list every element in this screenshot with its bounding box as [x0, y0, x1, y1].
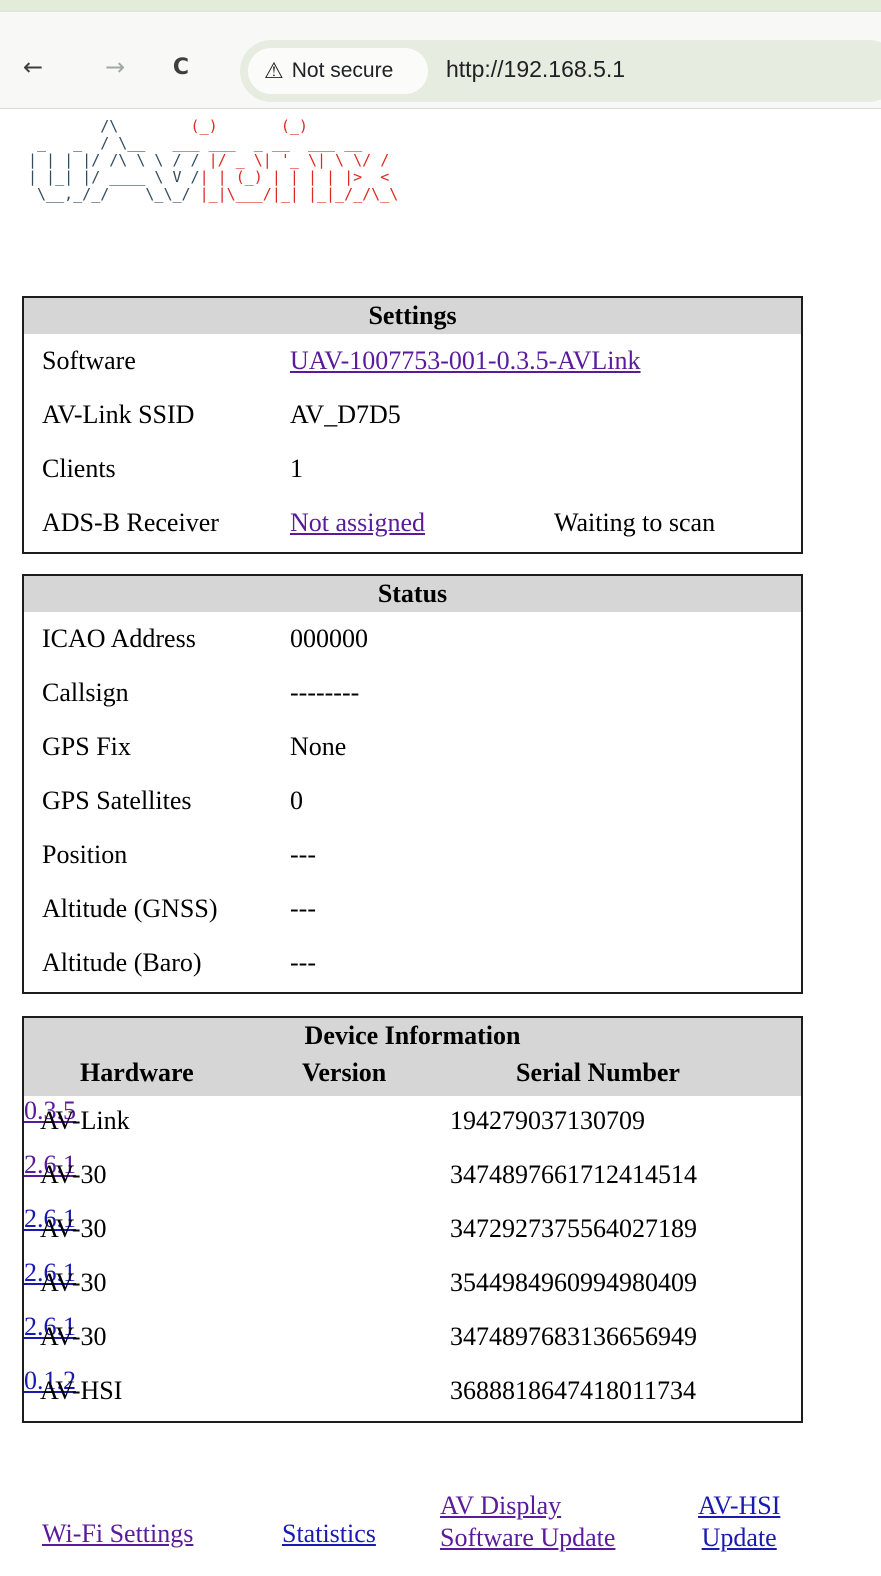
status-row: Position ---	[24, 828, 801, 882]
ssid-label: AV-Link SSID	[42, 400, 195, 429]
clients-value: 1	[290, 454, 303, 483]
serial-cell: 3688818647418011734	[450, 1376, 697, 1405]
column-header-serial: Serial Number	[516, 1058, 680, 1087]
av-hsi-link-line2: Update	[701, 1523, 777, 1552]
adsb-receiver-label: ADS-B Receiver	[42, 508, 219, 537]
avlink-logo: /\ (_) (_) _ _ / \__ ___ ___ _ __ ___ __…	[28, 117, 399, 203]
security-chip[interactable]: ⚠ Not secure	[248, 48, 428, 94]
serial-cell: 194279037130709	[450, 1106, 645, 1135]
table-row: AV-HSI 0.1.2 3688818647418011734	[24, 1366, 801, 1420]
settings-row-clients: Clients 1	[24, 442, 801, 496]
settings-row-ssid: AV-Link SSID AV_D7D5	[24, 388, 801, 442]
altitude-baro-label: Altitude (Baro)	[42, 948, 202, 977]
status-row: Callsign --------	[24, 666, 801, 720]
table-row: AV-30 2.6.1 3474897661712414514	[24, 1150, 801, 1204]
status-row: GPS Satellites 0	[24, 774, 801, 828]
serial-cell: 3544984960994980409	[450, 1268, 697, 1297]
url-text[interactable]: http://192.168.5.1	[446, 56, 625, 83]
altitude-gnss-label: Altitude (GNSS)	[42, 894, 218, 923]
av-display-link-line2: Software Update	[440, 1523, 616, 1552]
column-header-hardware: Hardware	[80, 1058, 194, 1087]
address-bar[interactable]: ⚠ Not secure http://192.168.5.1	[240, 40, 881, 102]
settings-panel: Settings Software UAV-1007753-001-0.3.5-…	[22, 296, 803, 554]
position-value: ---	[290, 840, 316, 869]
hardware-cell: AV-30	[40, 1160, 107, 1189]
serial-cell: 3474897683136656949	[450, 1322, 697, 1351]
hardware-cell: AV-Link	[40, 1106, 130, 1135]
wifi-settings-link[interactable]: Wi-Fi Settings	[42, 1518, 193, 1550]
status-title: Status	[24, 576, 801, 612]
status-row: Altitude (GNSS) ---	[24, 882, 801, 936]
av-hsi-update-link[interactable]: AV-HSI Update	[698, 1490, 780, 1554]
av-display-software-update-link[interactable]: AV Display Software Update	[440, 1490, 615, 1554]
ssid-value: AV_D7D5	[290, 400, 401, 429]
serial-cell: 3472927375564027189	[450, 1214, 697, 1243]
gps-satellites-value: 0	[290, 786, 303, 815]
table-row: AV-30 2.6.1 3474897683136656949	[24, 1312, 801, 1366]
gps-fix-label: GPS Fix	[42, 732, 131, 761]
hardware-cell: AV-30	[40, 1322, 107, 1351]
icao-address-value: 000000	[290, 624, 368, 653]
hardware-cell: AV-30	[40, 1214, 107, 1243]
icao-address-label: ICAO Address	[42, 624, 196, 653]
status-row: ICAO Address 000000	[24, 612, 801, 666]
adsb-scan-status: Waiting to scan	[554, 508, 716, 537]
adsb-receiver-link[interactable]: Not assigned	[290, 508, 425, 538]
security-label: Not secure	[291, 59, 394, 82]
gps-fix-value: None	[290, 732, 347, 761]
back-arrow-icon[interactable]: ←	[18, 52, 48, 82]
software-label: Software	[42, 346, 136, 375]
settings-row-adsb: ADS-B Receiver Not assigned Waiting to s…	[24, 496, 801, 550]
table-row: AV-Link 0.3.5 194279037130709	[24, 1096, 801, 1150]
device-info-title: Device Information	[24, 1018, 801, 1054]
reload-icon[interactable]: C	[166, 52, 196, 82]
av-hsi-link-line1: AV-HSI	[698, 1491, 781, 1520]
altitude-gnss-value: ---	[290, 894, 316, 923]
callsign-label: Callsign	[42, 678, 129, 707]
gps-satellites-label: GPS Satellites	[42, 786, 192, 815]
status-panel: Status ICAO Address 000000 Callsign ----…	[22, 574, 803, 994]
hardware-cell: AV-30	[40, 1268, 107, 1297]
settings-row-software: Software UAV-1007753-001-0.3.5-AVLink	[24, 334, 801, 388]
altitude-baro-value: ---	[290, 948, 316, 977]
software-version-link[interactable]: UAV-1007753-001-0.3.5-AVLink	[290, 346, 641, 376]
browser-toolbar: ← → C ⚠ Not secure http://192.168.5.1	[0, 12, 881, 109]
table-row: AV-30 2.6.1 3544984960994980409	[24, 1258, 801, 1312]
status-row: Altitude (Baro) ---	[24, 936, 801, 990]
status-row: GPS Fix None	[24, 720, 801, 774]
device-info-header-row: Hardware Version Serial Number	[24, 1054, 801, 1096]
serial-cell: 3474897661712414514	[450, 1160, 697, 1189]
av-display-link-line1: AV Display	[440, 1491, 562, 1520]
warning-icon: ⚠	[264, 58, 284, 84]
browser-tab-strip	[0, 0, 881, 13]
column-header-version: Version	[302, 1058, 387, 1087]
device-info-panel: Device Information Hardware Version Seri…	[22, 1016, 803, 1423]
callsign-value: --------	[290, 678, 360, 707]
forward-arrow-icon[interactable]: →	[100, 52, 130, 82]
statistics-link[interactable]: Statistics	[282, 1518, 376, 1550]
clients-label: Clients	[42, 454, 116, 483]
position-label: Position	[42, 840, 128, 869]
hardware-cell: AV-HSI	[40, 1376, 123, 1405]
settings-title: Settings	[24, 298, 801, 334]
table-row: AV-30 2.6.1 3472927375564027189	[24, 1204, 801, 1258]
